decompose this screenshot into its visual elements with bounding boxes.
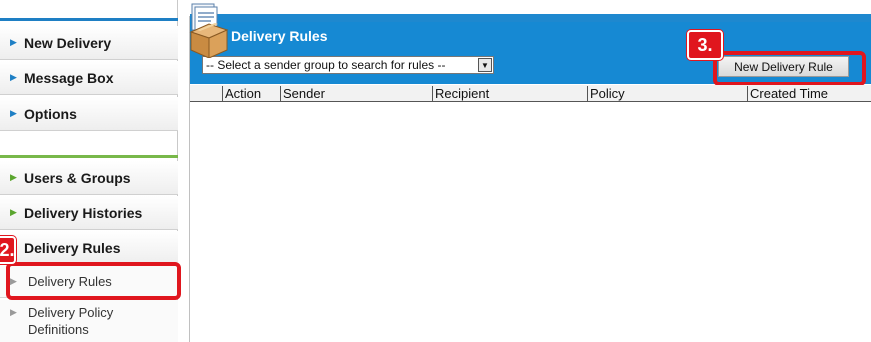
sidebar-item-label: Delivery Rules [24,239,121,256]
sidebar-nav: ▶ New Delivery ▶ Message Box ▶ Options ▶… [0,0,178,342]
column-header-created-time[interactable]: Created Time [747,86,871,101]
triangle-right-icon: ▶ [10,108,17,118]
sidebar-subitem-delivery-rules[interactable]: ▶ Delivery Rules [0,266,178,298]
sidebar-item-new-delivery[interactable]: ▶ New Delivery [0,26,178,60]
sidebar-item-label: Message Box [24,69,114,86]
page-title: Delivery Rules [231,28,328,44]
callout-step-2-label: 2. [0,239,15,260]
sidebar-subitem-label: Delivery Policy Definitions [28,305,114,337]
sidebar-item-label: New Delivery [24,34,112,51]
new-delivery-rule-button[interactable]: New Delivery Rule [718,56,849,77]
sidebar-item-label: Users & Groups [24,169,131,186]
column-header-policy[interactable]: Policy [587,86,747,101]
triangle-right-icon: ▶ [10,307,17,317]
callout-step-3: 3. [687,30,723,60]
triangle-right-icon: ▶ [10,37,17,47]
sidebar-item-label: Delivery Histories [24,204,143,221]
column-header-recipient[interactable]: Recipient [432,86,587,101]
triangle-right-icon: ▶ [10,207,17,217]
triangle-right-icon: ▶ [10,72,17,82]
callout-step-2: 2. [0,236,16,264]
triangle-right-icon: ▶ [10,172,17,182]
sidebar-top-divider [0,18,178,21]
sidebar-item-options[interactable]: ▶ Options [0,97,178,131]
callout-step-3-label: 3. [697,34,713,55]
page-header: Delivery Rules -- Select a sender group … [190,22,871,84]
sender-group-select-value: -- Select a sender group to search for r… [206,58,446,72]
sidebar-subitem-delivery-policy-definitions[interactable]: ▶ Delivery Policy Definitions [0,300,178,342]
sidebar-item-delivery-rules[interactable]: ▶ Delivery Rules [0,231,178,265]
sidebar-item-message-box[interactable]: ▶ Message Box [0,61,178,95]
sidebar-admin-divider [0,155,178,158]
header-top-strip [190,14,871,22]
package-icon [189,3,229,58]
sidebar-item-users-groups[interactable]: ▶ Users & Groups [0,161,178,195]
column-header-action[interactable]: Action [222,86,280,101]
rules-table-header: Action Sender Recipient Policy Created T… [190,85,871,102]
sidebar-subitem-label: Delivery Rules [28,274,112,289]
sidebar-item-label: Options [24,105,77,122]
triangle-right-icon: ▶ [10,276,17,286]
column-header-sender[interactable]: Sender [280,86,432,101]
chevron-down-icon[interactable]: ▼ [478,58,492,72]
sender-group-select[interactable]: -- Select a sender group to search for r… [202,56,494,74]
sidebar-item-delivery-histories[interactable]: ▶ Delivery Histories [0,196,178,230]
